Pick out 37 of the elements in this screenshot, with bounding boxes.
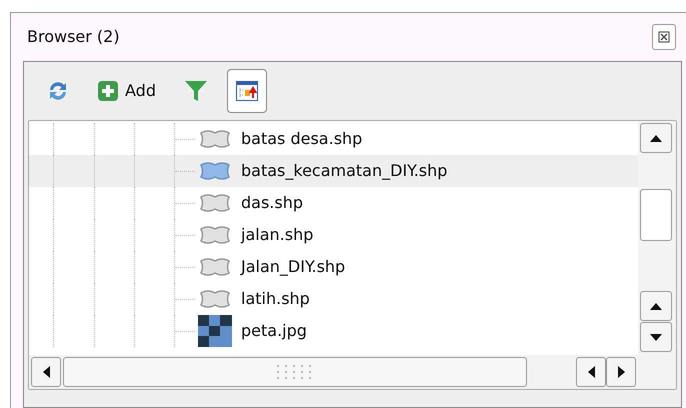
tree-item[interactable]: jalan.shp bbox=[29, 219, 638, 251]
plus-icon bbox=[97, 80, 119, 102]
close-button[interactable] bbox=[652, 24, 676, 50]
left-arrow-icon bbox=[42, 366, 50, 378]
collapse-tree-icon bbox=[236, 81, 258, 101]
tree-item[interactable]: batas_kecamatan_DIY.shp bbox=[29, 155, 638, 187]
scroll-right-button[interactable] bbox=[606, 357, 636, 387]
polygon-layer-icon bbox=[198, 224, 232, 246]
polygon-layer-icon bbox=[198, 160, 232, 182]
polygon-layer-icon bbox=[198, 128, 232, 150]
horizontal-scroll-thumb[interactable] bbox=[63, 357, 527, 387]
up-arrow-icon bbox=[650, 134, 662, 142]
funnel-icon bbox=[184, 79, 208, 103]
refresh-icon bbox=[47, 80, 69, 102]
scroll-left-button[interactable] bbox=[31, 357, 61, 387]
right-arrow-icon bbox=[618, 366, 624, 378]
scroll-up-button[interactable] bbox=[640, 123, 672, 153]
tree-item[interactable]: Jalan_DIY.shp bbox=[29, 251, 638, 283]
raster-layer-icon bbox=[198, 315, 232, 347]
polygon-layer-icon bbox=[198, 288, 232, 310]
collapse-button[interactable] bbox=[226, 69, 267, 113]
add-button[interactable]: Add bbox=[88, 69, 165, 113]
polygon-layer-icon bbox=[198, 192, 232, 214]
close-icon bbox=[658, 31, 670, 43]
down-arrow-icon bbox=[650, 334, 662, 340]
grip-icon bbox=[277, 365, 313, 379]
scroll-down-button[interactable] bbox=[640, 322, 672, 352]
polygon-layer-icon bbox=[198, 256, 232, 278]
tree-item[interactable]: latih.shp bbox=[29, 283, 638, 315]
up-arrow-icon bbox=[650, 302, 662, 310]
scroll-left-button[interactable] bbox=[576, 357, 606, 387]
scroll-up-button[interactable] bbox=[640, 291, 672, 321]
tree-item[interactable]: peta.jpg bbox=[29, 315, 638, 347]
vertical-scroll-thumb[interactable] bbox=[640, 189, 672, 241]
panel-title: Browser (2) bbox=[27, 26, 120, 48]
tree-item[interactable]: das.shp bbox=[29, 187, 638, 219]
left-arrow-icon bbox=[588, 366, 594, 378]
